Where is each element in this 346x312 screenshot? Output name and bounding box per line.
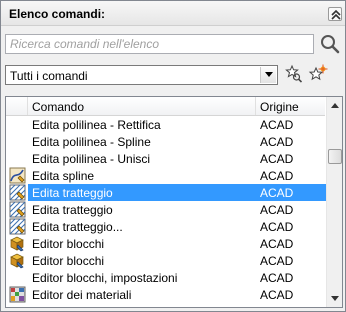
filter-value: Tutti i comandi bbox=[10, 69, 88, 83]
command-name: Editor blocchi bbox=[32, 237, 105, 251]
table-row[interactable]: Edita spline ACAD bbox=[6, 167, 326, 184]
command-origin: ACAD bbox=[260, 186, 294, 200]
command-filter-select[interactable]: Tutti i comandi bbox=[5, 65, 278, 85]
command-name: Editor dei materiali bbox=[32, 288, 132, 302]
command-origin: ACAD bbox=[260, 237, 294, 251]
table-row[interactable]: Edita polilinea - Spline ACAD bbox=[6, 133, 326, 150]
search-icon[interactable] bbox=[319, 33, 341, 55]
scroll-thumb[interactable] bbox=[328, 149, 342, 164]
command-origin: ACAD bbox=[260, 152, 294, 166]
table-row[interactable]: Edita polilinea - Rettifica ACAD bbox=[6, 116, 326, 133]
command-name: Editor blocchi bbox=[32, 254, 105, 268]
command-name: Edita polilinea - Unisci bbox=[32, 152, 151, 166]
command-origin: ACAD bbox=[260, 288, 294, 302]
command-name: Edita tratteggio bbox=[32, 203, 113, 217]
column-header-origin[interactable]: Origine bbox=[256, 97, 325, 115]
command-origin: ACAD bbox=[260, 220, 294, 234]
table-row[interactable]: Editor blocchi ACAD bbox=[6, 252, 326, 269]
scroll-up-icon[interactable] bbox=[327, 98, 342, 114]
scroll-down-icon[interactable] bbox=[327, 290, 342, 306]
column-header-command-label: Comando bbox=[32, 100, 85, 114]
command-origin: ACAD bbox=[260, 135, 294, 149]
column-header-command[interactable]: Comando bbox=[28, 97, 256, 115]
icon-column-header[interactable] bbox=[6, 97, 28, 115]
command-origin: ACAD bbox=[260, 203, 294, 217]
new-command-icon[interactable] bbox=[308, 64, 328, 84]
collapse-icon[interactable] bbox=[328, 7, 342, 21]
table-row[interactable]: Edita tratteggio ACAD bbox=[6, 201, 326, 218]
materials-editor-icon bbox=[9, 286, 26, 303]
table-row[interactable]: Editor blocchi ACAD bbox=[6, 235, 326, 252]
table-body: Edita polilinea - Rettifica ACAD Edita pol… bbox=[6, 116, 326, 303]
command-name: Edita polilinea - Rettifica bbox=[32, 118, 161, 132]
column-header-origin-label: Origine bbox=[260, 100, 299, 114]
edit-hatch-icon bbox=[9, 218, 26, 235]
table-row[interactable]: Edita polilinea - Unisci ACAD bbox=[6, 150, 326, 167]
table-row[interactable]: Editor dei materiali ACAD bbox=[6, 286, 326, 303]
table-row[interactable]: Edita tratteggio... ACAD bbox=[6, 218, 326, 235]
search-input[interactable] bbox=[6, 35, 313, 53]
search-field[interactable] bbox=[5, 34, 314, 54]
command-name: Edita tratteggio bbox=[32, 186, 113, 200]
command-origin: ACAD bbox=[260, 118, 294, 132]
table-header: Comando Origine bbox=[6, 97, 325, 116]
edit-hatch-icon bbox=[9, 201, 26, 218]
command-list: Comando Origine Edita polilinea - Rettif… bbox=[5, 96, 343, 308]
command-name: Edita spline bbox=[32, 169, 95, 183]
panel-title: Elenco comandi: bbox=[9, 7, 106, 21]
command-origin: ACAD bbox=[260, 271, 294, 285]
edit-hatch-icon bbox=[9, 184, 26, 201]
edit-spline-icon bbox=[9, 167, 26, 184]
command-list-panel: Elenco comandi: Tutti i comandi bbox=[0, 0, 346, 312]
table-row[interactable]: Editor blocchi, impostazioni ACAD bbox=[6, 269, 326, 286]
command-name: Edita polilinea - Spline bbox=[32, 135, 151, 149]
block-editor-icon bbox=[9, 252, 26, 269]
panel-header: Elenco comandi: bbox=[1, 1, 345, 26]
vertical-scrollbar[interactable] bbox=[326, 97, 342, 307]
find-command-icon[interactable] bbox=[285, 64, 303, 84]
table-row[interactable]: Edita tratteggio ACAD bbox=[6, 184, 326, 201]
command-origin: ACAD bbox=[260, 254, 294, 268]
command-name: Edita tratteggio... bbox=[32, 220, 123, 234]
command-name: Editor blocchi, impostazioni bbox=[32, 271, 178, 285]
block-editor-icon bbox=[9, 235, 26, 252]
chevron-down-icon[interactable] bbox=[260, 67, 276, 83]
command-origin: ACAD bbox=[260, 169, 294, 183]
